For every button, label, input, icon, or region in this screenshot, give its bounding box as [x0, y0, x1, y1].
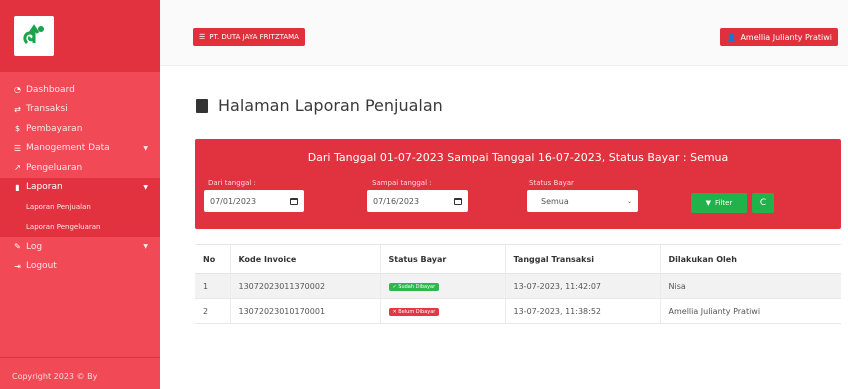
chevron-down-icon: ▼: [143, 183, 148, 191]
company-name: PT. DUTA JAYA FRITZTAMA: [209, 33, 299, 41]
sidebar-item-label: Log: [26, 241, 43, 252]
sidebar-menu: ◔ Dashboard ⇄ Transaksi $ Pembayaran ☰ M…: [0, 72, 160, 276]
filter-panel: Dari Tanggal 01-07-2023 Sampai Tanggal 1…: [195, 139, 841, 229]
exchange-icon: ⇄: [14, 104, 21, 114]
user-menu-button[interactable]: 👤 Amellia Julianty Pratiwi: [720, 28, 838, 46]
app-logo[interactable]: [14, 16, 54, 56]
sidebar-item-log[interactable]: ✎ Log ▼: [0, 237, 160, 257]
reset-button[interactable]: C: [752, 193, 774, 213]
col-header-date: Tanggal Transaksi: [504, 244, 660, 274]
sidebar-item-pembayaran[interactable]: $ Pembayaran: [0, 119, 160, 139]
cell-date: 13-07-2023, 11:42:07: [504, 273, 660, 299]
sidebar-item-label: Logout: [26, 261, 57, 272]
sidebar-item-label: Manogement Data: [26, 143, 110, 154]
chevron-down-icon: ▼: [143, 243, 148, 251]
funnel-icon: ▼: [705, 199, 712, 207]
logo-area: [0, 0, 160, 72]
sales-report-table: No Kode Invoice Status Bayar Tanggal Tra…: [195, 244, 841, 324]
sidebar-item-dashboard[interactable]: ◔ Dashboard: [0, 80, 160, 100]
col-header-by: Dilakukan Oleh: [659, 244, 841, 274]
col-header-no: No: [195, 244, 230, 274]
list-icon: ☰: [199, 33, 206, 41]
sidebar: ◔ Dashboard ⇄ Transaksi $ Pembayaran ☰ M…: [0, 0, 160, 389]
sidebar-item-logout[interactable]: ⇥ Logout: [0, 257, 160, 277]
sidebar-item-label: Laporan: [26, 182, 63, 193]
filter-button-label: Filter: [715, 199, 733, 207]
laporan-submenu: Laporan Penjualan Laporan Pengeluaran: [0, 197, 160, 237]
cell-no: 2: [195, 298, 230, 324]
to-date-input[interactable]: 07/16/2023: [367, 190, 468, 212]
table-row: 1 13072023011370002 ✓ Sudah Dibayar 13-0…: [195, 273, 841, 299]
submenu-laporan-penjualan[interactable]: Laporan Penjualan: [0, 197, 160, 217]
from-date-value: 07/01/2023: [210, 196, 257, 206]
pen-icon: ✎: [14, 242, 21, 252]
sidebar-item-label: Pengeluaran: [26, 162, 83, 173]
status-label: Status Bayar: [529, 179, 574, 187]
sidebar-item-pengeluaran[interactable]: ↗ Pengeluaran: [0, 158, 160, 178]
cell-status: ✓ Sudah Dibayar: [379, 273, 505, 299]
status-select-value: Semua: [541, 196, 569, 206]
sidebar-item-management-data[interactable]: ☰ Manogement Data ▼: [0, 139, 160, 159]
status-badge: ✓ Sudah Dibayar: [388, 283, 440, 291]
page-title: Halaman Laporan Penjualan: [196, 96, 443, 115]
calendar-icon[interactable]: [454, 197, 462, 205]
company-button[interactable]: ☰ PT. DUTA JAYA FRITZTAMA: [193, 28, 305, 46]
table-row: 2 13072023010170001 ✕ Belum Dibayar 13-0…: [195, 298, 841, 324]
chevron-down-icon: ⌄: [626, 197, 632, 205]
cell-by: Amellia Julianty Pratiwi: [659, 298, 841, 324]
topbar: ☰ PT. DUTA JAYA FRITZTAMA 👤 Amellia Juli…: [160, 0, 848, 66]
dollar-icon: $: [14, 124, 21, 134]
logout-icon: ⇥: [14, 261, 21, 271]
cell-status: ✕ Belum Dibayar: [379, 298, 505, 324]
sidebar-item-transaksi[interactable]: ⇄ Transaksi: [0, 100, 160, 120]
col-header-invoice: Kode Invoice: [229, 244, 380, 274]
cell-invoice: 13072023011370002: [229, 273, 380, 299]
col-header-status: Status Bayar: [379, 244, 505, 274]
sidebar-item-laporan[interactable]: ▮ Laporan ▼: [0, 177, 160, 197]
external-link-icon: ↗: [14, 163, 21, 173]
sidebar-item-label: Pembayaran: [26, 123, 83, 134]
filter-button[interactable]: ▼ Filter: [691, 193, 747, 213]
from-date-label: Dari tanggal :: [208, 179, 256, 187]
cell-date: 13-07-2023, 11:38:52: [504, 298, 660, 324]
status-select[interactable]: Semua ⌄: [527, 190, 638, 212]
from-date-input[interactable]: 07/01/2023: [204, 190, 304, 212]
user-name: Amellia Julianty Pratiwi: [740, 32, 832, 42]
cell-by: Nisa: [659, 273, 841, 299]
cell-invoice: 13072023010170001: [229, 298, 380, 324]
copyright-text: Copyright 2023 © By: [0, 357, 160, 389]
file-icon: ▮: [15, 182, 20, 192]
filter-heading: Dari Tanggal 01-07-2023 Sampai Tanggal 1…: [307, 151, 729, 164]
page-title-text: Halaman Laporan Penjualan: [218, 96, 443, 115]
table-header-row: No Kode Invoice Status Bayar Tanggal Tra…: [195, 244, 841, 274]
user-icon: 👤: [726, 32, 737, 42]
list-icon: ☰: [13, 143, 22, 153]
sidebar-item-label: Transaksi: [26, 104, 68, 115]
to-date-value: 07/16/2023: [373, 196, 420, 206]
status-badge: ✕ Belum Dibayar: [388, 308, 440, 316]
calendar-icon[interactable]: [290, 197, 298, 205]
pdf-file-icon: [196, 98, 208, 113]
chevron-down-icon: ▼: [143, 144, 148, 152]
submenu-laporan-pengeluaran[interactable]: Laporan Pengeluaran: [0, 217, 160, 237]
dashboard-icon: ◔: [14, 85, 21, 95]
to-date-label: Sampai tanggal :: [372, 179, 432, 187]
sidebar-item-label: Dashboard: [26, 84, 75, 95]
cell-no: 1: [195, 273, 230, 299]
